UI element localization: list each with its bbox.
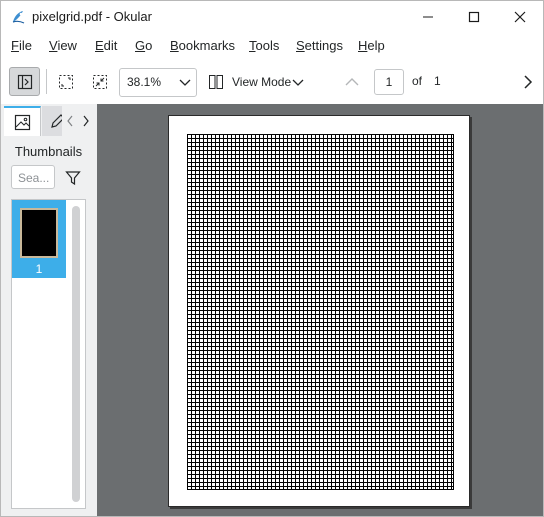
thumbnail-item[interactable]: 1: [12, 200, 66, 278]
tab-thumbnails[interactable]: [4, 106, 41, 136]
window-title: pixelgrid.pdf - Okular: [32, 9, 152, 24]
menu-bar: File View Edit Go Bookmarks Tools Settin…: [1, 32, 543, 59]
sidebar-toggle-button[interactable]: [9, 67, 40, 96]
zoom-fit-icon: [93, 75, 107, 89]
menu-edit[interactable]: Edit: [95, 38, 117, 53]
previous-page-button[interactable]: [341, 71, 363, 93]
sidebar-tabs: [4, 106, 94, 136]
document-view[interactable]: [97, 104, 543, 516]
thumbnails-icon: [14, 114, 30, 130]
view-mode-button[interactable]: View Mode: [206, 68, 306, 95]
filter-icon[interactable]: [65, 170, 81, 186]
zoom-value: 38.1%: [127, 75, 162, 89]
minimize-button[interactable]: [405, 1, 451, 32]
okular-window: pixelgrid.pdf - Okular File View Edit Go…: [0, 0, 544, 517]
toolbar-separator: [46, 69, 47, 94]
view-mode-label: View Mode: [232, 75, 292, 89]
thumbnail-search-input[interactable]: Sea...: [11, 165, 55, 189]
sidebar-title: Thumbnails: [14, 144, 83, 159]
pixel-grid-content: [187, 134, 454, 490]
view-mode-icon: [209, 75, 223, 89]
total-pages: 1: [434, 74, 441, 88]
menu-go[interactable]: Go: [135, 38, 152, 53]
search-placeholder: Sea...: [18, 171, 50, 185]
fit-to-page-button[interactable]: [55, 71, 77, 93]
fit-to-page-icon: [59, 75, 73, 89]
next-page-button[interactable]: [517, 71, 539, 93]
close-icon: [514, 11, 526, 22]
sidebar-toggle-icon: [17, 74, 32, 89]
minimize-icon: [423, 16, 433, 17]
tab-annotations[interactable]: [42, 106, 62, 136]
previous-page-icon: [345, 78, 359, 86]
thumbnail-label: 1: [35, 262, 43, 276]
zoom-combobox[interactable]: 38.1%: [119, 68, 197, 97]
next-page-icon: [524, 75, 533, 89]
tab-scroll-left-icon[interactable]: [65, 114, 75, 128]
thumbnail-list: 1: [11, 199, 86, 509]
menu-view[interactable]: View: [49, 38, 77, 53]
tab-scroll-right-icon[interactable]: [81, 114, 91, 128]
of-label: of: [412, 74, 423, 88]
thumbnail-page-preview: [20, 208, 58, 258]
maximize-button[interactable]: [451, 1, 497, 32]
page-number-input[interactable]: 1: [374, 69, 404, 95]
chevron-down-icon: [179, 79, 191, 86]
zoom-fit-width-button[interactable]: [89, 71, 111, 93]
main-toolbar: 38.1% View Mode 1 of 1: [1, 59, 543, 104]
menu-help[interactable]: Help: [358, 38, 385, 53]
thumbnail-scrollbar[interactable]: [72, 206, 80, 502]
menu-file[interactable]: File: [11, 38, 32, 53]
maximize-icon: [468, 11, 480, 22]
sidebar: Thumbnails Sea... 1: [1, 104, 96, 516]
menu-settings[interactable]: Settings: [296, 38, 343, 53]
close-button[interactable]: [497, 1, 543, 32]
menu-tools[interactable]: Tools: [249, 38, 279, 53]
document-page: [168, 115, 470, 507]
title-bar: pixelgrid.pdf - Okular: [1, 1, 543, 32]
annotations-icon: [51, 114, 62, 128]
chevron-down-icon: [292, 79, 304, 86]
okular-app-icon: [12, 11, 25, 24]
menu-bookmarks[interactable]: Bookmarks: [170, 38, 235, 53]
